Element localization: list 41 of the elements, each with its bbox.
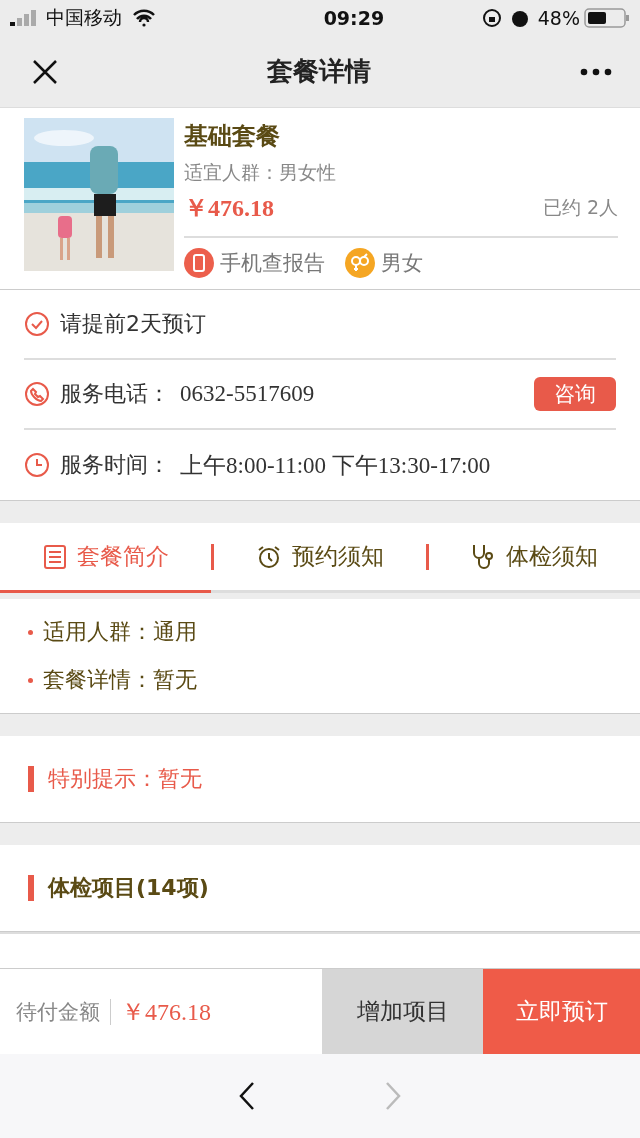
info-label: 服务电话： xyxy=(60,380,170,408)
intro-label: 适用人群： xyxy=(43,618,153,646)
clock-time: 09:29 xyxy=(322,7,385,29)
audience-text: 适宜人群：男女性 xyxy=(184,160,337,185)
amount-label: 待付金额 xyxy=(16,998,100,1026)
back-icon[interactable] xyxy=(239,1081,255,1111)
more-icon[interactable] xyxy=(580,67,612,76)
package-price: ￥476.18 xyxy=(184,194,274,223)
wifi-icon xyxy=(132,9,156,27)
phone-icon xyxy=(24,381,50,407)
feature-tag: 男女 xyxy=(381,249,423,277)
clock-icon xyxy=(24,452,50,478)
tab[interactable]: 体检须知 xyxy=(428,523,640,593)
booked-count: 已约 2人 xyxy=(542,195,618,220)
info-value: 0632-5517609 xyxy=(180,381,315,407)
tab[interactable]: 预约须知 xyxy=(214,523,426,593)
carrier-name: 中国移动 xyxy=(46,5,122,30)
close-icon[interactable] xyxy=(32,58,58,85)
intro-label: 套餐详情： xyxy=(43,666,153,694)
package-name: 基础套餐 xyxy=(184,121,281,152)
intro-value: 通用 xyxy=(153,618,197,646)
check-circle-icon xyxy=(24,311,50,337)
feature-tag: 手机查报告 xyxy=(220,249,325,277)
info-label: 请提前2天预订 xyxy=(60,310,206,338)
battery-icon xyxy=(584,8,630,28)
rotation-lock-icon xyxy=(481,8,502,28)
intro-value: 暂无 xyxy=(153,666,197,694)
list-icon xyxy=(42,543,67,570)
accent-bar xyxy=(28,875,34,901)
consult-button[interactable]: 咨询 xyxy=(534,377,616,411)
alarm-clock-icon xyxy=(256,543,282,570)
accent-bar xyxy=(28,766,34,792)
battery-percent: 48% xyxy=(537,7,580,29)
info-label: 服务时间： xyxy=(60,451,170,479)
page-title: 套餐详情 xyxy=(267,55,371,88)
section-title: 体检项目(14项) xyxy=(48,874,209,902)
special-notice: 特别提示：暂无 xyxy=(48,765,202,793)
total-amount: ￥476.18 xyxy=(121,997,211,1027)
tab[interactable]: 套餐简介 xyxy=(0,523,212,593)
add-items-button[interactable]: 增加项目 xyxy=(322,969,483,1054)
info-value: 上午8:00-11:00 下午13:30-17:00 xyxy=(180,451,491,480)
